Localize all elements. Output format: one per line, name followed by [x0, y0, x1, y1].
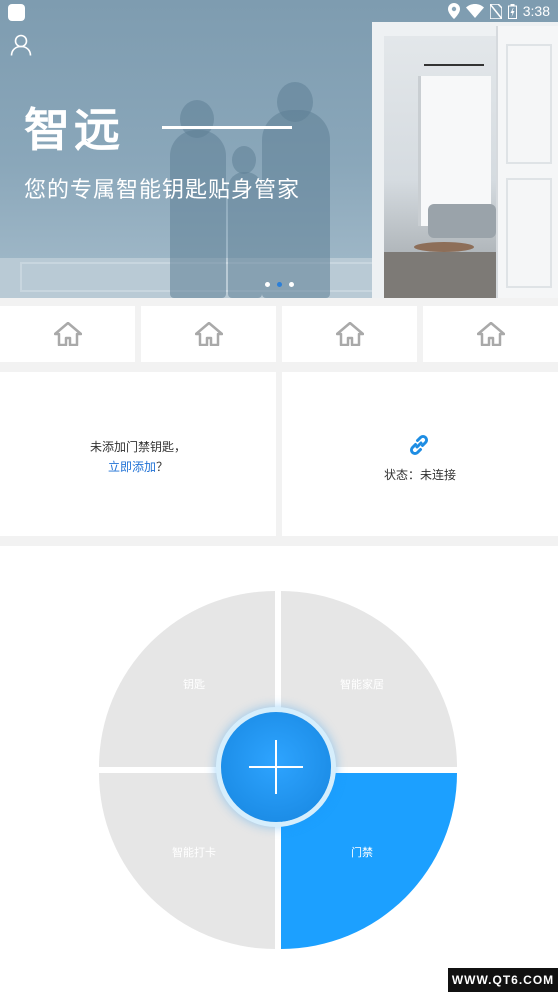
carousel-dot[interactable] — [288, 282, 294, 287]
room-sofa — [428, 204, 496, 238]
status-bar: 3:38 — [0, 0, 558, 26]
quick-tile-3[interactable] — [282, 306, 417, 362]
no-key-message: 未添加门禁钥匙， — [89, 440, 186, 454]
quadrant-label-smart-home: 智能家居 — [340, 678, 384, 691]
silhouette-adult-right — [262, 110, 330, 298]
add-button[interactable] — [221, 712, 331, 822]
link-icon — [406, 432, 432, 462]
home-icon — [53, 322, 82, 346]
silhouette-head-left — [180, 100, 214, 138]
status-icons: 3:38 — [447, 3, 550, 19]
quadrant-label-access-control: 门禁 — [351, 846, 373, 859]
room-floor — [384, 252, 496, 298]
app-notification-icon — [8, 4, 25, 21]
plus-icon-vertical — [275, 740, 277, 794]
quadrant-label-check-in: 智能打卡 — [172, 846, 216, 859]
carousel-dot[interactable] — [264, 282, 270, 287]
door-panel-bottom — [506, 178, 552, 288]
add-key-link[interactable]: 立即添加 — [108, 460, 156, 474]
carousel-dot-active[interactable] — [276, 282, 282, 287]
silhouette-head-right — [277, 82, 313, 122]
door-panel-top — [506, 44, 552, 164]
add-key-row: 立即添加？ — [0, 458, 276, 475]
battery-icon — [507, 3, 517, 19]
function-wheel-section: 钥匙 智能家居 智能打卡 门禁 — [0, 546, 558, 992]
quick-tile-4[interactable] — [423, 306, 558, 362]
silhouette-adult-left — [170, 130, 226, 298]
add-key-suffix: ？ — [156, 460, 169, 474]
quick-tile-2[interactable] — [141, 306, 276, 362]
banner-door-leaf — [496, 26, 558, 298]
clock: 3:38 — [522, 3, 550, 19]
carousel-indicator — [0, 282, 558, 287]
location-icon — [447, 3, 460, 19]
banner-brand-title: 智远 — [24, 103, 124, 157]
quick-tile-1[interactable] — [0, 306, 135, 362]
home-icon — [335, 322, 364, 346]
watermark: WWW.QT6.COM — [448, 968, 558, 992]
connection-status-text: 状态：未连接 — [383, 468, 456, 482]
quadrant-label-key: 钥匙 — [183, 678, 205, 691]
quick-tiles — [0, 306, 558, 362]
banner-slogan: 您的专属智能钥匙贴身管家 — [24, 178, 301, 203]
silhouette-head-child — [232, 146, 256, 174]
home-icon — [194, 322, 223, 346]
home-icon — [476, 322, 505, 346]
connection-status-card[interactable]: 状态：未连接 — [282, 372, 558, 536]
user-profile-icon[interactable] — [10, 34, 32, 60]
wifi-icon — [465, 4, 484, 18]
promo-banner[interactable]: 智远 您的专属智能钥匙贴身管家 — [0, 0, 558, 298]
banner-room-image — [384, 36, 496, 298]
room-table — [414, 242, 474, 252]
access-key-card: 未添加门禁钥匙， 立即添加？ — [0, 372, 276, 536]
banner-brand-underline — [162, 126, 292, 129]
no-sim-icon — [489, 3, 502, 19]
